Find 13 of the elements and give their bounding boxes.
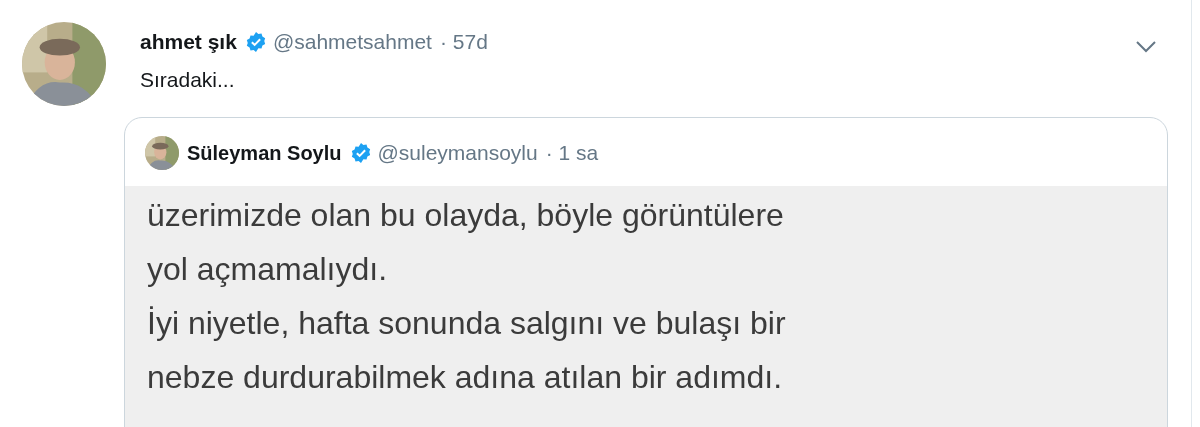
- text-line: nebze durdurabilmek adına atılan bir adımdı.: [147, 358, 783, 397]
- tweet-text: Sıradaki...: [140, 66, 236, 93]
- text-line: yol açmamalıydı.: [147, 250, 388, 289]
- chevron-down-icon[interactable]: [1135, 40, 1157, 54]
- author-handle[interactable]: @suleymansoylu: [377, 137, 538, 169]
- quote-card[interactable]: Süleyman Soylu @suleymansoylu · 1 sa üzerimizde olan bu olayda, böyle görüntülere yol açmamalıydı. İyi niyetle, hafta sonunda salgını ve bulaşı bir nebze durdurabilmek adına atılan bir adımdı.: [124, 117, 1168, 427]
- author-name: Süleyman Soylu: [187, 141, 342, 166]
- tweet-time: · 57d: [439, 29, 488, 55]
- author-handle[interactable]: @sahmetsahmet: [272, 26, 432, 58]
- author-name: ahmet şık: [140, 29, 237, 55]
- text-line: üzerimizde olan bu olayda, böyle görüntülere: [147, 196, 784, 235]
- text-line: İyi niyetle, hafta sonunda salgını ve bulaşı bir: [147, 304, 786, 343]
- tweet-time: · 1 sa: [545, 140, 599, 167]
